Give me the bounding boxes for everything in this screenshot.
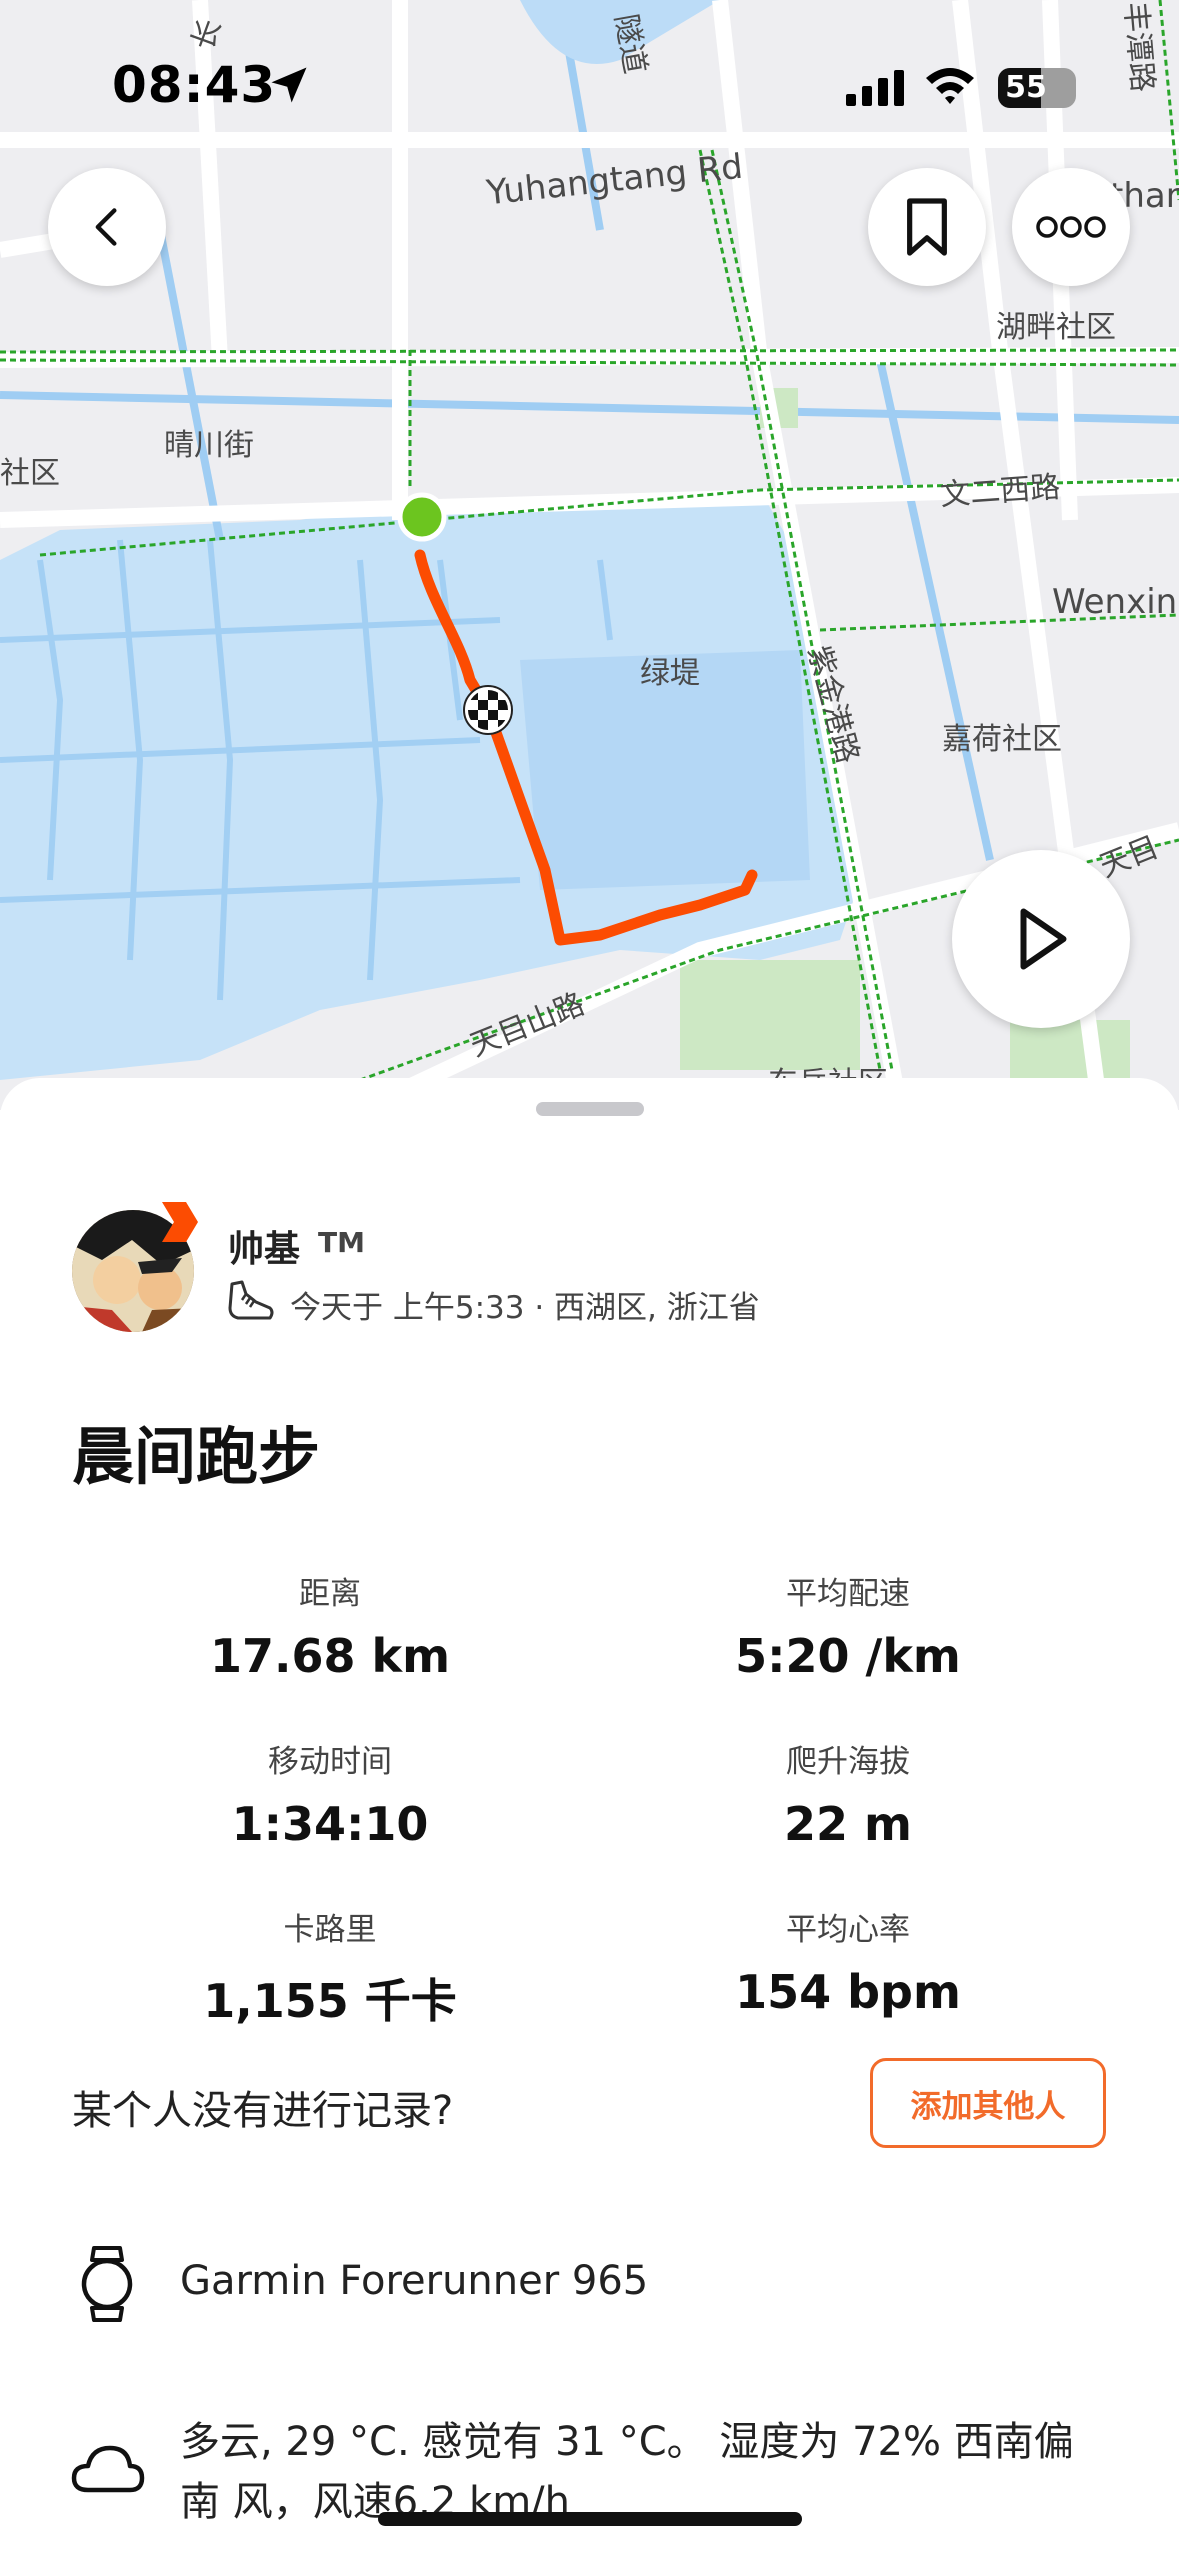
location-arrow-icon — [271, 67, 307, 103]
stat-value: 17.68 km — [209, 1629, 451, 1683]
athlete-name[interactable]: 帅基 — [228, 1220, 300, 1272]
map-label-green-dike: 绿堤 — [640, 656, 700, 691]
play-icon — [1020, 908, 1067, 970]
map-label-jiahe-community: 嘉荷社区 — [942, 722, 1062, 757]
map-label-wenxin: Wenxin — [1052, 582, 1178, 622]
stat-moving-time: 移动时间 1:34:10 — [130, 1736, 530, 1851]
status-bar: 08:43 55 — [0, 0, 1179, 150]
stat-label: 距离 — [299, 1576, 361, 1612]
map-label-qingchuan-st: 晴川街 — [164, 428, 254, 463]
watch-icon — [81, 2246, 133, 2322]
stat-label: 平均配速 — [786, 1576, 910, 1612]
strava-subscriber-badge-icon — [162, 1202, 198, 1242]
device-name[interactable]: Garmin Forerunner 965 — [180, 2258, 648, 2304]
activity-meta: 今天于 上午5:33 · 西湖区, 浙江省 — [290, 1290, 760, 1326]
bookmark-button[interactable] — [868, 168, 986, 286]
stat-avg-pace: 平均配速 5:20 /km — [648, 1568, 1048, 1683]
stat-label: 卡路里 — [283, 1912, 377, 1948]
status-time: 08:43 — [112, 56, 277, 114]
running-shoe-icon — [228, 1280, 274, 1320]
stat-label: 爬升海拔 — [786, 1744, 910, 1780]
wifi-icon — [926, 68, 974, 104]
map-label-lake-community: 湖畔社区 — [996, 310, 1116, 345]
stat-label: 平均心率 — [786, 1912, 910, 1948]
cellular-signal-icon — [846, 70, 904, 106]
stat-value: 154 bpm — [735, 1965, 961, 2019]
stat-avg-heart-rate: 平均心率 154 bpm — [648, 1904, 1048, 2019]
back-button[interactable] — [48, 168, 166, 286]
activity-detail-sheet[interactable]: 帅基 TM 今天于 上午5:33 · 西湖区, 浙江省 晨间跑步 距离 17.6… — [0, 1078, 1179, 2556]
stat-value: 22 m — [784, 1797, 912, 1851]
stat-value: 5:20 /km — [735, 1629, 961, 1683]
more-dots-icon — [1036, 216, 1106, 238]
map-label-community-left: 社区 — [0, 456, 60, 491]
stat-value: 1:34:10 — [231, 1797, 429, 1851]
stat-value: 1,155 千卡 — [203, 1974, 457, 2028]
route-start-marker — [397, 492, 447, 542]
stat-distance: 距离 17.68 km — [130, 1568, 530, 1683]
add-others-button[interactable]: 添加其他人 — [870, 2058, 1106, 2148]
home-indicator — [378, 2512, 802, 2526]
battery-level: 55 — [1005, 70, 1047, 105]
sheet-drag-handle[interactable] — [536, 1102, 644, 1116]
chevron-left-icon — [95, 208, 117, 246]
stat-calories: 卡路里 1,155 千卡 — [130, 1904, 530, 2031]
bookmark-icon — [907, 198, 947, 256]
stat-elevation-gain: 爬升海拔 22 m — [648, 1736, 1048, 1851]
cloudy-weather-icon — [71, 2445, 145, 2493]
more-button[interactable] — [1012, 168, 1130, 286]
play-flyover-button[interactable] — [952, 850, 1130, 1028]
stat-label: 移动时间 — [268, 1744, 392, 1780]
route-finish-marker — [463, 685, 513, 735]
battery-indicator: 55 — [998, 68, 1076, 108]
activity-title: 晨间跑步 — [72, 1420, 321, 1493]
athlete-tag: TM — [318, 1226, 365, 1259]
map-label-wener-west-rd: 文二西路 — [939, 469, 1062, 514]
no-record-prompt: 某个人没有进行记录? — [72, 2088, 454, 2134]
